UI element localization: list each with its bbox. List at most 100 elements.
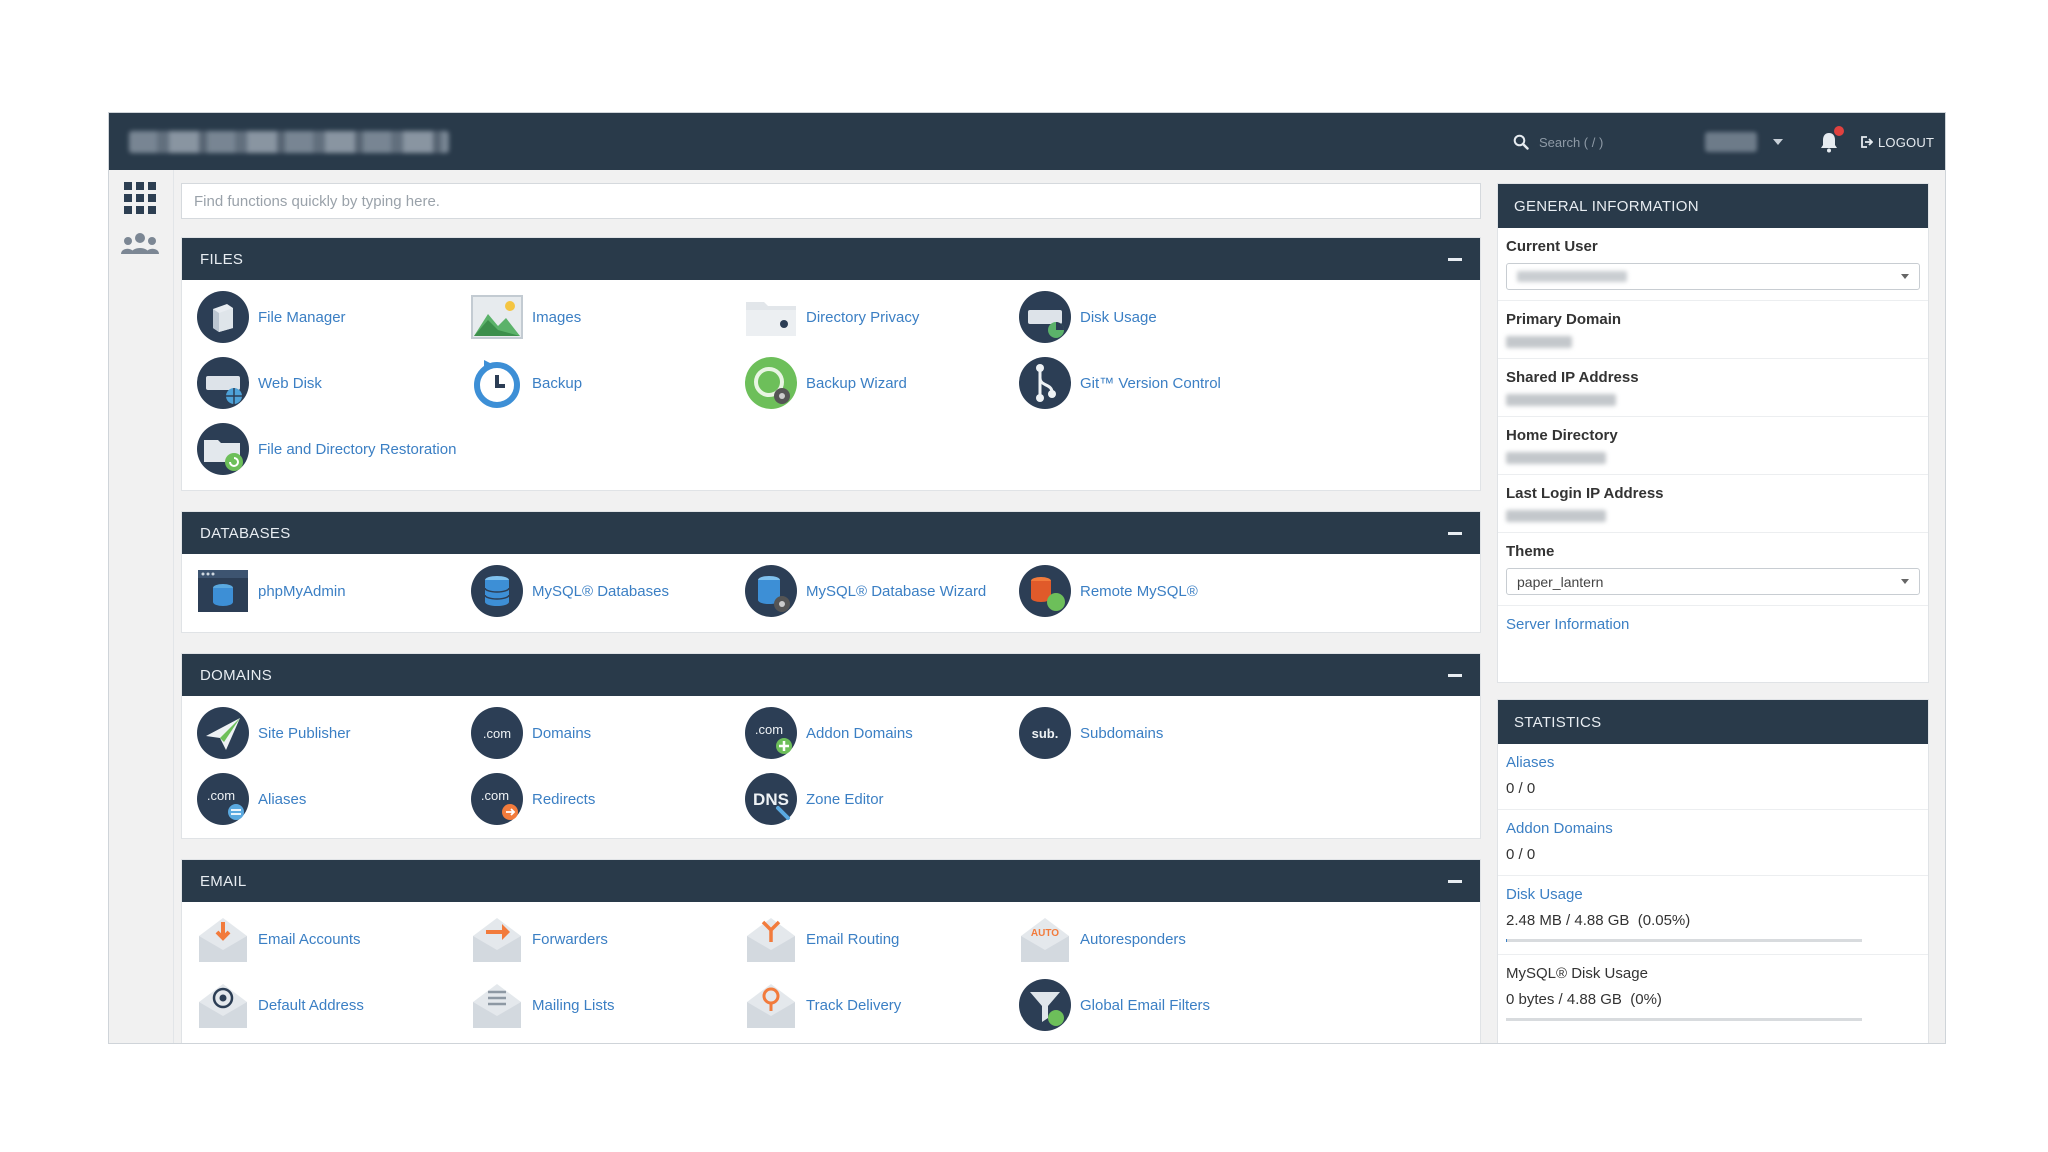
chevron-down-icon: [1901, 579, 1909, 584]
item-label: Autoresponders: [1080, 930, 1186, 948]
panel-title: STATISTICS: [1514, 713, 1602, 731]
top-search-placeholder: Search ( / ): [1539, 134, 1604, 150]
mysql-wizard-icon: [745, 565, 797, 617]
mysql-databases-icon: [471, 565, 523, 617]
track-delivery-icon: [747, 984, 795, 1028]
email-accounts-link[interactable]: Email Accounts: [196, 912, 470, 966]
domains-link[interactable]: .com Domains: [470, 706, 744, 760]
remote-mysql-icon: [1019, 565, 1071, 617]
web-disk-link[interactable]: Web Disk: [196, 356, 470, 410]
file-manager-icon: [197, 291, 249, 343]
item-label: Global Email Filters: [1080, 996, 1211, 1014]
section-title: EMAIL: [200, 872, 247, 890]
theme-value: paper_lantern: [1517, 573, 1604, 590]
global-email-filters-link[interactable]: Global Email Filters: [1018, 978, 1292, 1032]
primary-domain-label: Primary Domain: [1506, 311, 1622, 328]
notification-badge: [1834, 126, 1844, 136]
mailing-lists-link[interactable]: Mailing Lists: [470, 978, 744, 1032]
backup-wizard-link[interactable]: Backup Wizard: [744, 356, 1018, 410]
stat-aliases-value: 0 / 0: [1506, 780, 1536, 797]
users-icon[interactable]: [120, 232, 160, 256]
addon-domains-link[interactable]: .com Addon Domains: [744, 706, 1018, 760]
item-label: File Manager: [258, 308, 346, 326]
file-manager-link[interactable]: File Manager: [196, 290, 470, 344]
mailing-lists-icon: [473, 984, 521, 1028]
directory-privacy-icon: [746, 302, 796, 336]
default-address-link[interactable]: Default Address: [196, 978, 470, 1032]
track-delivery-link[interactable]: Track Delivery: [744, 978, 1018, 1032]
autoresponders-icon: AUTO: [1021, 918, 1069, 962]
quick-find-input[interactable]: [181, 183, 1481, 219]
email-header[interactable]: EMAIL: [182, 860, 1480, 902]
databases-header[interactable]: DATABASES: [182, 512, 1480, 554]
apps-grid-icon[interactable]: [124, 182, 156, 214]
notifications-button[interactable]: [1819, 126, 1844, 153]
email-routing-link[interactable]: Email Routing: [744, 912, 1018, 966]
email-items: Email Accounts Forwarders Email Routing: [182, 902, 1480, 1038]
backup-link[interactable]: Backup: [470, 356, 744, 410]
item-label: Email Accounts: [258, 930, 361, 948]
subdomains-link[interactable]: sub. Subdomains: [1018, 706, 1292, 760]
shared-ip-row: Shared IP Address: [1498, 359, 1928, 417]
last-login-row: Last Login IP Address: [1498, 475, 1928, 533]
user-menu[interactable]: [1705, 127, 1787, 157]
general-information-header: GENERAL INFORMATION: [1498, 184, 1928, 228]
phpmyadmin-link[interactable]: phpMyAdmin: [196, 564, 470, 618]
images-link[interactable]: Images: [470, 290, 744, 344]
theme-select[interactable]: paper_lantern: [1506, 568, 1920, 595]
server-information-link[interactable]: Server Information: [1506, 616, 1629, 633]
stat-addon-domains-value: 0 / 0: [1506, 846, 1536, 863]
files-items: File Manager Images Directory Privacy Di…: [182, 280, 1480, 482]
last-login-label: Last Login IP Address: [1506, 485, 1664, 502]
top-search[interactable]: Search ( / ): [1513, 127, 1693, 157]
mysql-wizard-link[interactable]: MySQL® Database Wizard: [744, 564, 1018, 618]
item-label: Disk Usage: [1080, 308, 1157, 326]
backup-wizard-icon: [745, 357, 797, 409]
forwarders-link[interactable]: Forwarders: [470, 912, 744, 966]
autoresponders-link[interactable]: AUTO Autoresponders: [1018, 912, 1292, 966]
current-user-row: Current User: [1498, 228, 1928, 301]
redirects-link[interactable]: .com Redirects: [470, 772, 744, 826]
stat-addon-domains-link[interactable]: Addon Domains: [1506, 820, 1613, 837]
domains-header[interactable]: DOMAINS: [182, 654, 1480, 696]
item-label: Images: [532, 308, 582, 326]
addon-domains-icon: .com: [745, 707, 797, 759]
logout-label: LOGOUT: [1878, 134, 1935, 150]
files-panel: FILES File Manager Images Directory Priv…: [181, 237, 1481, 491]
mysql-databases-link[interactable]: MySQL® Databases: [470, 564, 744, 618]
item-label: Web Disk: [258, 374, 322, 392]
site-publisher-link[interactable]: Site Publisher: [196, 706, 470, 760]
zone-editor-icon-text: DNS: [753, 790, 789, 809]
forwarders-icon: [473, 918, 521, 962]
general-information-panel: GENERAL INFORMATION Current User Primary…: [1497, 183, 1929, 683]
collapse-icon[interactable]: [1448, 257, 1462, 261]
current-user-select[interactable]: [1506, 263, 1920, 290]
remote-mysql-link[interactable]: Remote MySQL®: [1018, 564, 1292, 618]
account-brand-blurred[interactable]: [129, 131, 449, 153]
addon-domains-icon-text: .com: [755, 722, 783, 737]
directory-privacy-link[interactable]: Directory Privacy: [744, 290, 1018, 344]
aliases-link[interactable]: .com Aliases: [196, 772, 470, 826]
search-icon: [1513, 134, 1529, 150]
git-version-control-link[interactable]: Git™ Version Control: [1018, 356, 1292, 410]
default-address-icon: [199, 984, 247, 1028]
collapse-icon[interactable]: [1448, 531, 1462, 535]
domains-items: Site Publisher .com Domains .com Addon D…: [182, 696, 1480, 832]
logout-button[interactable]: LOGOUT: [1859, 131, 1934, 153]
item-label: Site Publisher: [258, 724, 351, 742]
stat-mysql-disk-usage: MySQL® Disk Usage 0 bytes / 4.88 GB (0%): [1498, 955, 1928, 1033]
stat-aliases-link[interactable]: Aliases: [1506, 754, 1554, 771]
stat-disk-usage: Disk Usage 2.48 MB / 4.88 GB (0.05%): [1498, 876, 1928, 955]
databases-items: phpMyAdmin MySQL® Databases MySQL® Datab…: [182, 554, 1480, 624]
email-panel: EMAIL Email Accounts Forwarders Email Ro…: [181, 859, 1481, 1043]
files-header[interactable]: FILES: [182, 238, 1480, 280]
collapse-icon[interactable]: [1448, 879, 1462, 883]
stat-disk-usage-link[interactable]: Disk Usage: [1506, 886, 1583, 903]
disk-usage-link[interactable]: Disk Usage: [1018, 290, 1292, 344]
collapse-icon[interactable]: [1448, 673, 1462, 677]
zone-editor-link[interactable]: DNS Zone Editor: [744, 772, 1018, 826]
web-disk-icon: [197, 357, 249, 409]
aliases-icon: .com: [197, 773, 249, 825]
restoration-link[interactable]: File and Directory Restoration: [196, 422, 470, 476]
item-label: Default Address: [258, 996, 364, 1014]
